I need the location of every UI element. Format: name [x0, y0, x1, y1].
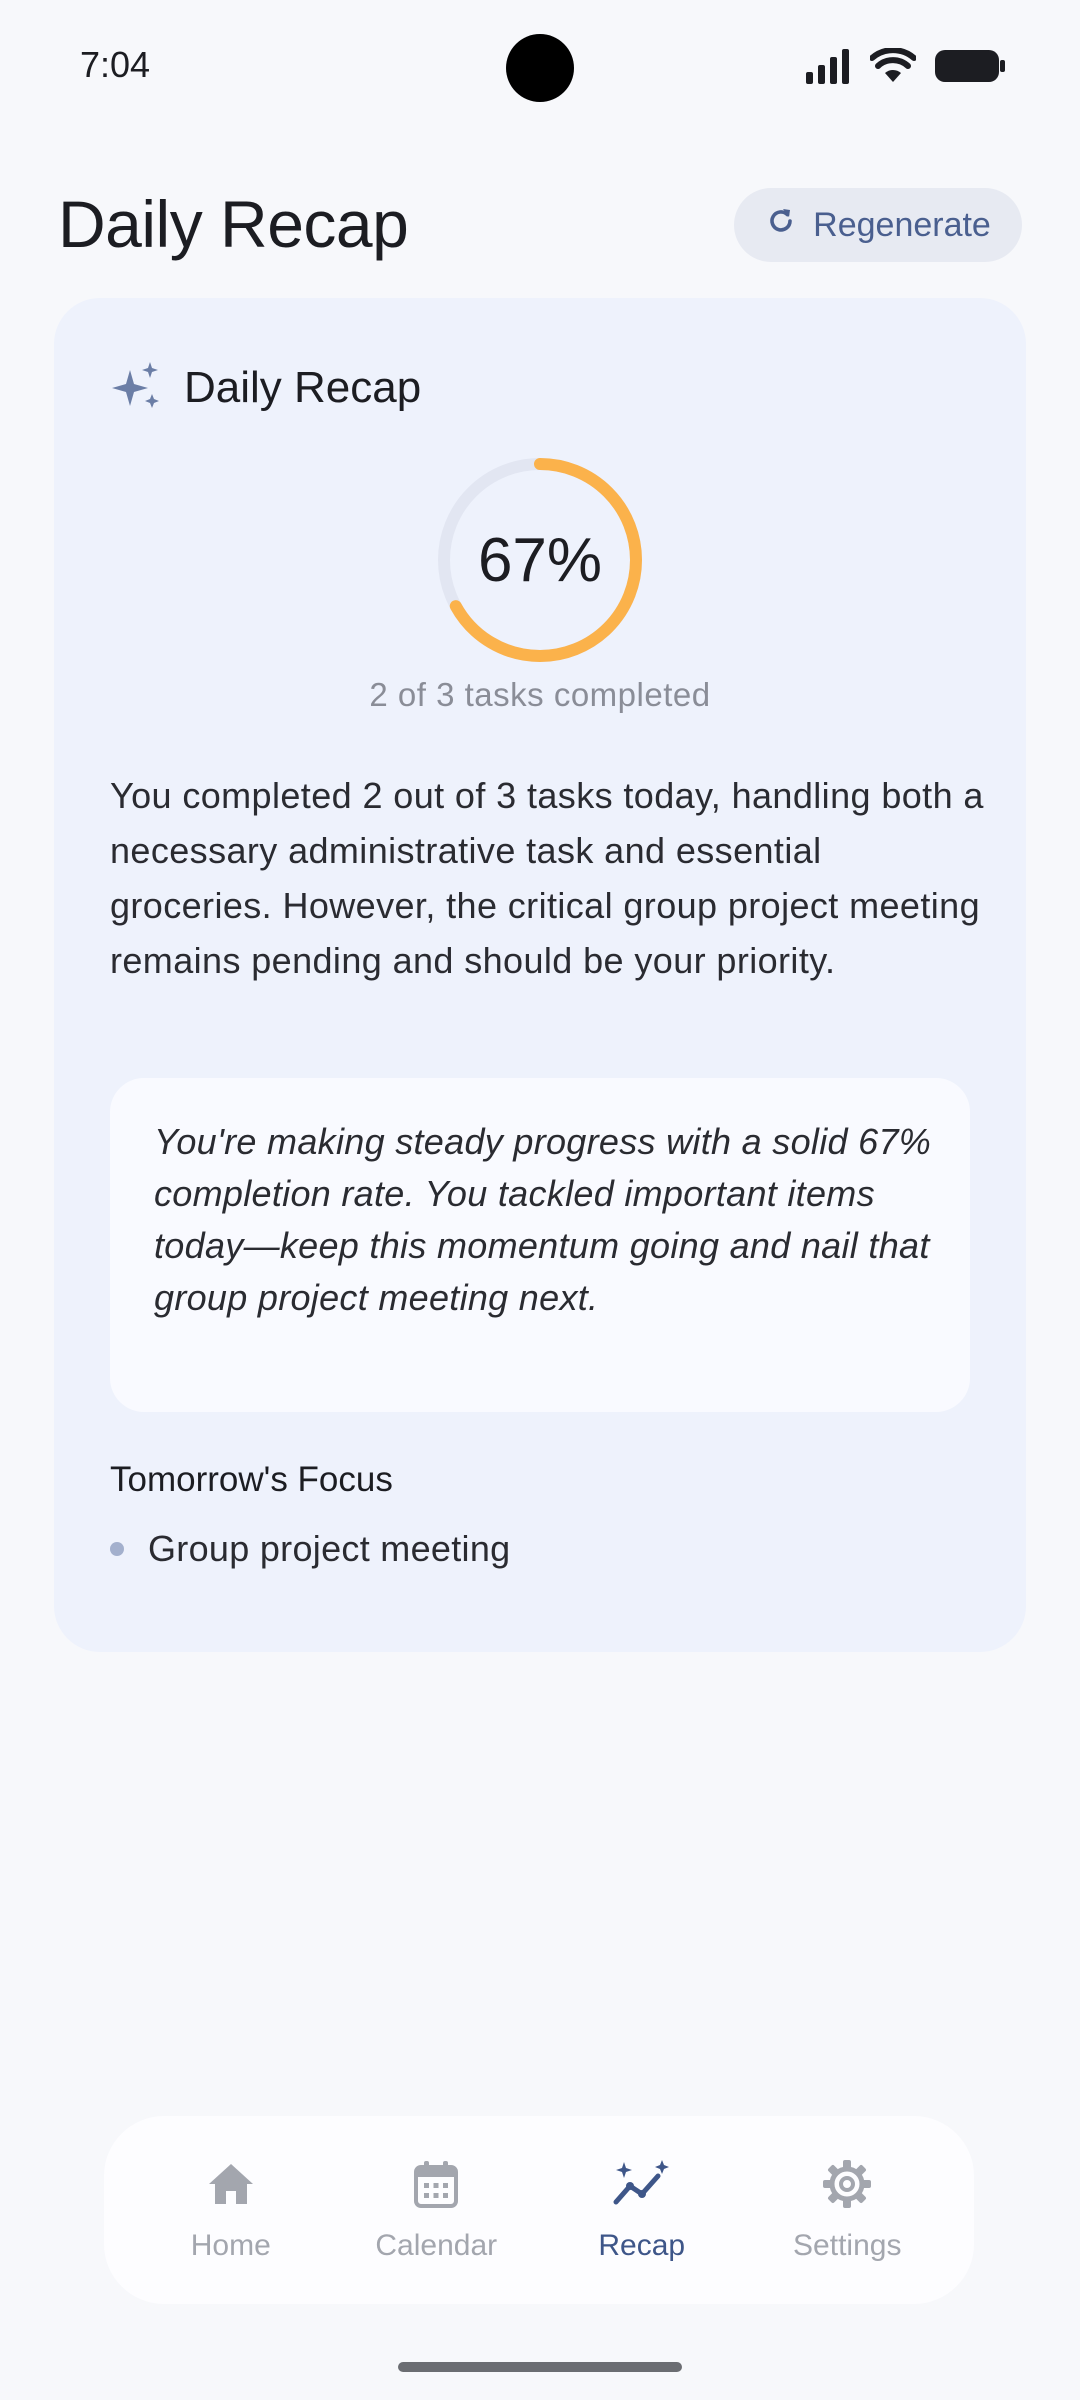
nav-item-settings[interactable]: Settings: [757, 2158, 937, 2263]
signal-icon: [804, 48, 852, 89]
nav-label-settings: Settings: [793, 2228, 902, 2262]
encouragement-text: You're making steady progress with a sol…: [154, 1121, 932, 1318]
focus-heading: Tomorrow's Focus: [110, 1460, 393, 1499]
card-header: Daily Recap: [112, 360, 421, 415]
bullet-dot: [110, 1542, 124, 1556]
battery-icon: [934, 48, 1006, 89]
encouragement-box: You're making steady progress with a sol…: [110, 1078, 970, 1412]
wifi-icon: [869, 46, 917, 89]
recap-card: Daily Recap 67% 2 of 3 tasks completed Y…: [54, 298, 1026, 1652]
camera-cutout: [506, 34, 574, 102]
summary-text: You completed 2 out of 3 tasks today, ha…: [110, 775, 984, 981]
sparkles-icon: [112, 360, 162, 415]
home-icon: [205, 2158, 257, 2215]
screen: 7:04 Daily Recap Regenerate Daily Recap …: [0, 0, 1080, 2400]
focus-list: Group project meeting: [110, 1528, 511, 1570]
focus-item: Group project meeting: [110, 1528, 511, 1570]
nav-item-calendar[interactable]: Calendar: [346, 2158, 526, 2263]
nav-label-recap: Recap: [598, 2228, 686, 2262]
nav-item-home[interactable]: Home: [141, 2158, 321, 2263]
settings-icon: [821, 2158, 873, 2215]
home-indicator[interactable]: [398, 2362, 682, 2372]
nav-label-home: Home: [190, 2228, 271, 2262]
page-title: Daily Recap: [58, 187, 409, 261]
card-title: Daily Recap: [184, 362, 422, 412]
regenerate-button[interactable]: Regenerate: [734, 188, 1022, 262]
progress-caption: 2 of 3 tasks completed: [369, 676, 711, 713]
bottom-nav: Home Calendar Recap Settings: [104, 2116, 974, 2304]
refresh-icon: [765, 205, 797, 246]
status-time: 7:04: [80, 44, 151, 85]
regenerate-label: Regenerate: [813, 205, 991, 244]
focus-item-label: Group project meeting: [148, 1528, 511, 1569]
nav-item-recap[interactable]: Recap: [552, 2158, 732, 2263]
calendar-icon: [410, 2158, 462, 2215]
status-bar: 7:04: [0, 0, 1080, 136]
recap-icon: [612, 2158, 672, 2215]
status-icons: [804, 46, 1006, 89]
nav-label-calendar: Calendar: [375, 2228, 498, 2262]
progress-percent: 67%: [477, 525, 603, 595]
